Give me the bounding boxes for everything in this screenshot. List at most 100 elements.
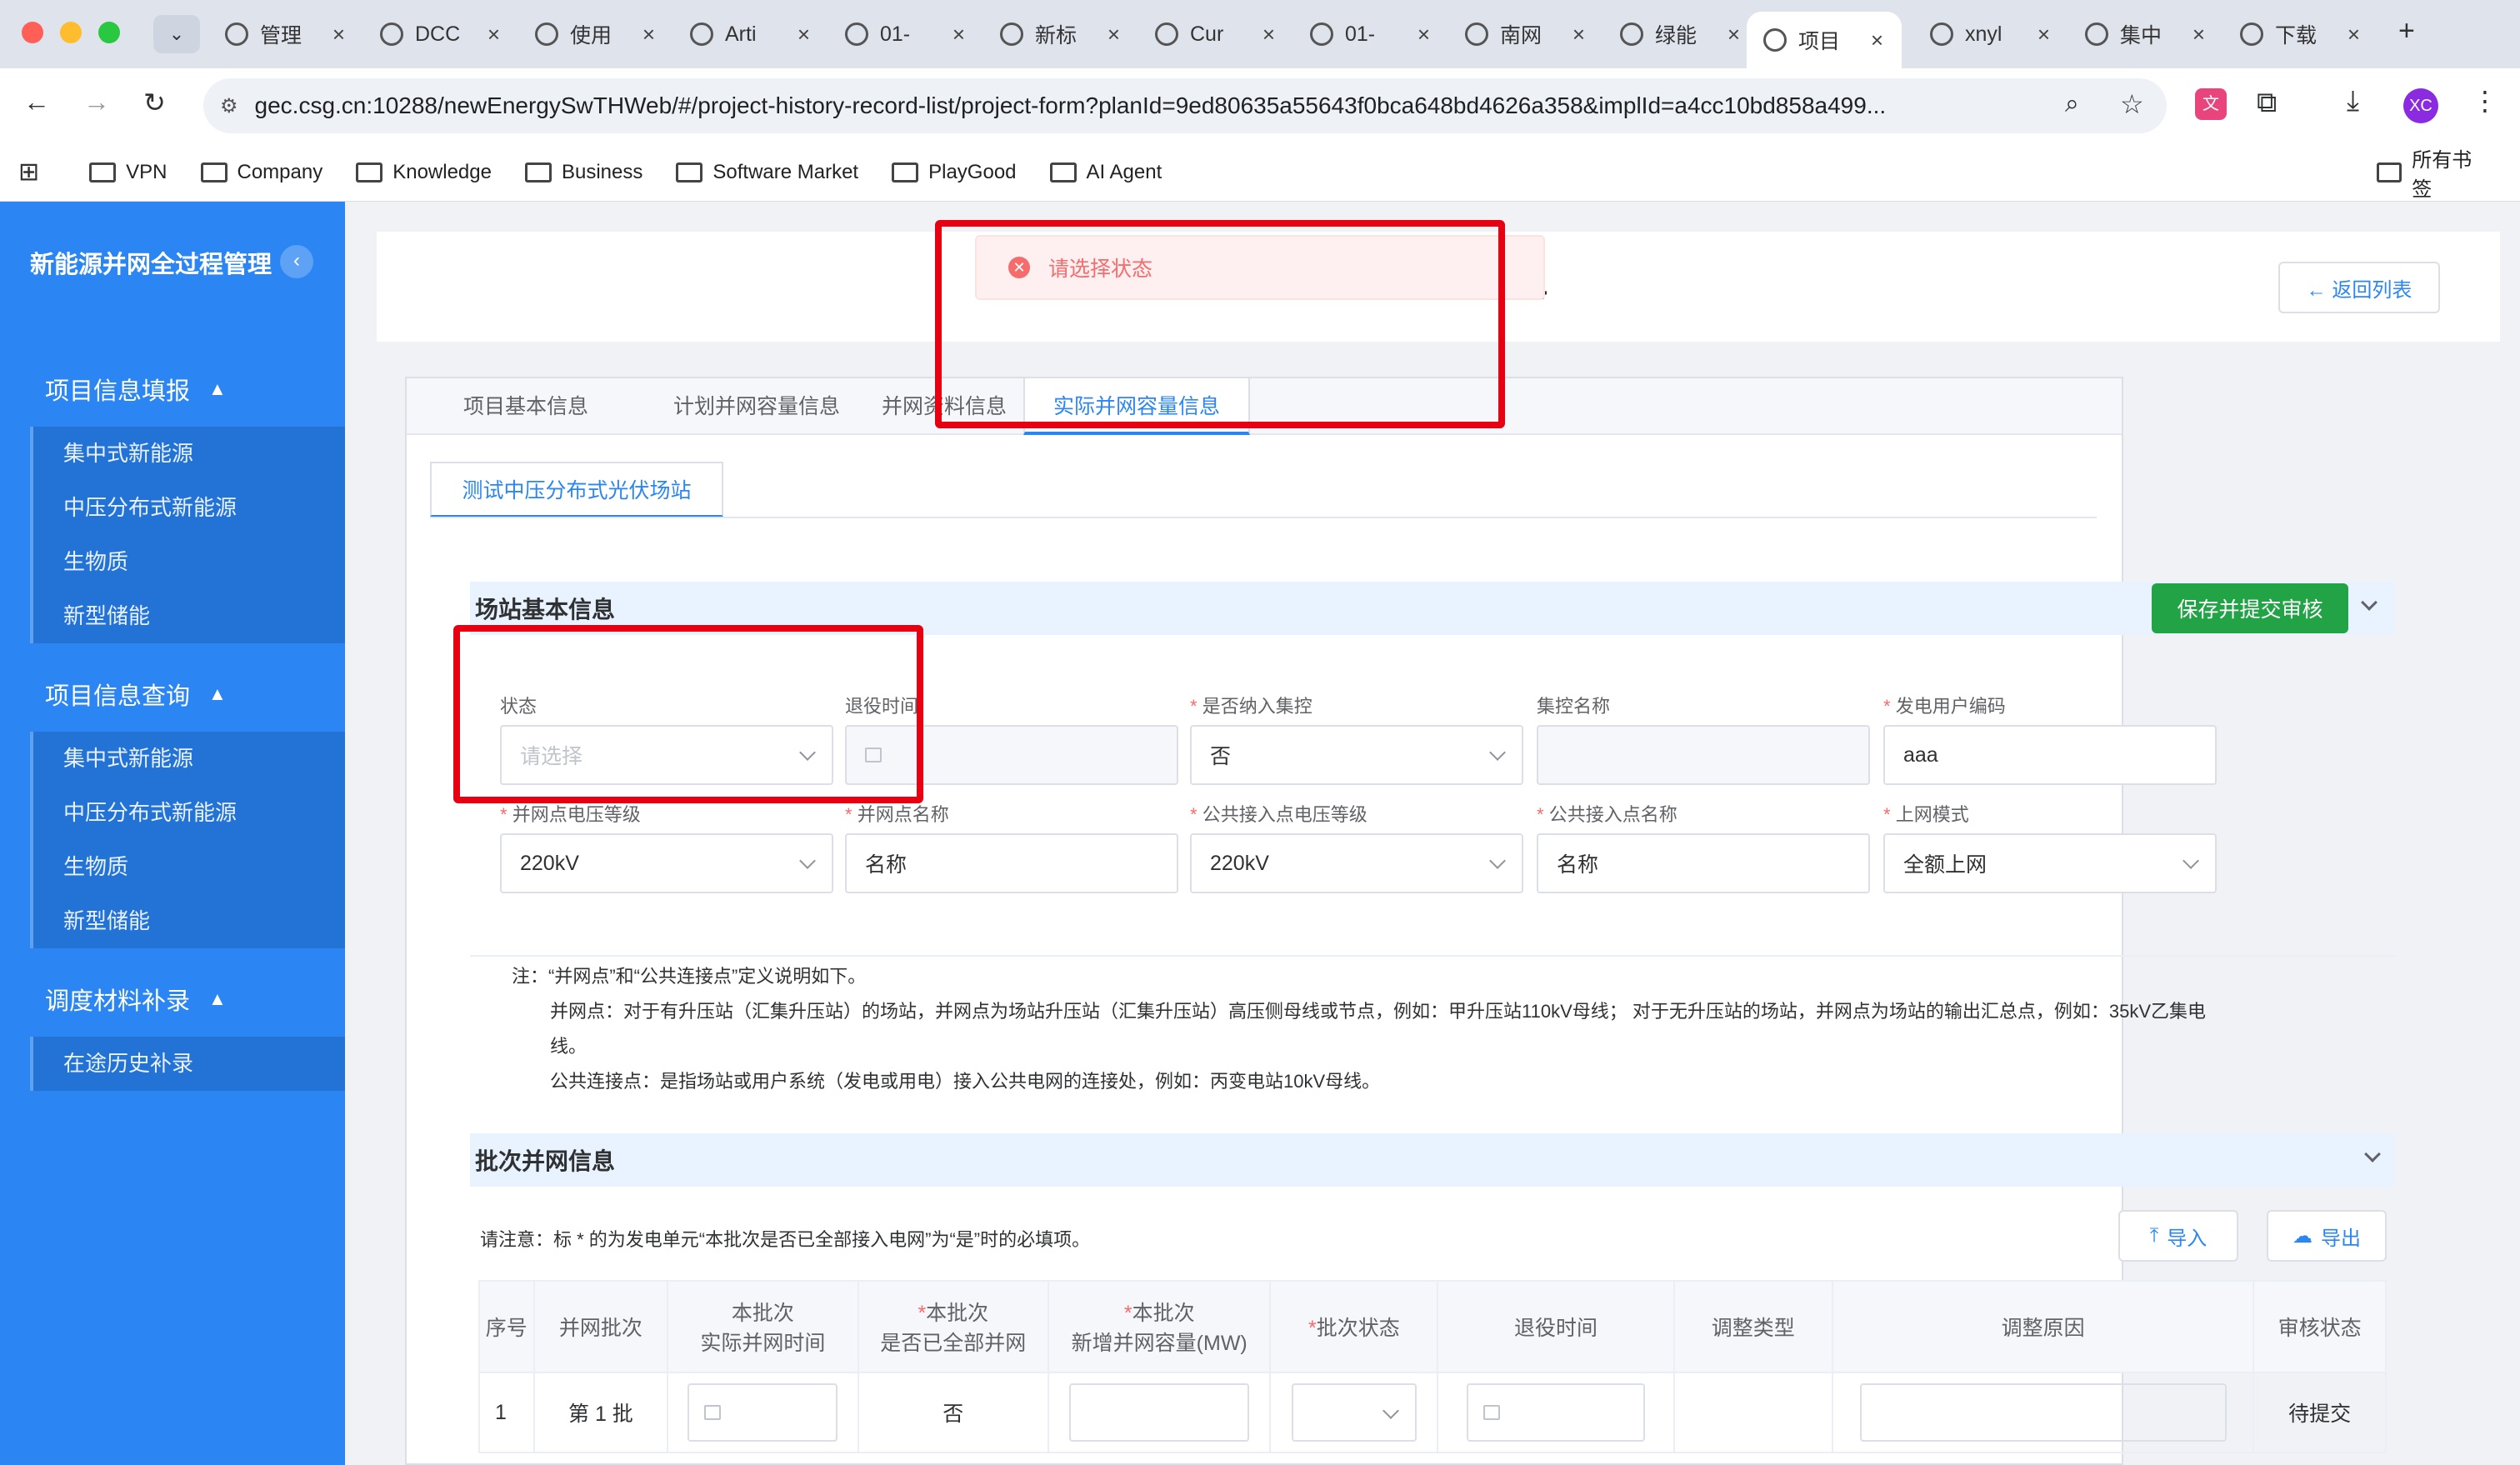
browser-tab[interactable]: 项目 × [1747,12,1902,68]
translate-extension-icon[interactable]: 文 [2195,88,2227,120]
divider [470,955,2395,957]
close-tab-icon[interactable]: × [1108,22,1120,48]
save-submit-button[interactable]: 保存并提交审核 [2152,583,2348,633]
form-field[interactable]: 220kV [500,833,833,893]
sidebar-item[interactable]: 集中式新能源 [33,732,345,786]
close-tab-icon[interactable]: × [2038,22,2050,48]
chevron-down-icon [1489,852,1506,869]
sidebar-item[interactable]: 生物质 [33,535,345,589]
folder-icon [524,162,552,182]
table-input[interactable] [1069,1383,1250,1442]
site-info-icon[interactable]: ⚙ [220,94,238,118]
field-label: * 公共接入点名称 [1537,804,1678,825]
close-tab-icon[interactable]: × [1572,22,1585,48]
sidebar-group[interactable]: 项目信息填报 ▲ [45,372,227,407]
browser-tab[interactable]: 01- × [828,12,983,57]
favicon-icon [1620,22,1643,46]
browser-tab[interactable]: DCC × [363,12,518,57]
bookmark-folder[interactable]: PlayGood [892,161,1017,184]
browser-tab[interactable]: 下载 × [2223,12,2378,57]
url-text[interactable]: gec.csg.cn:10288/newEnergySwTHWeb/#/proj… [255,92,2080,119]
sidebar-item[interactable]: 新型储能 [33,589,345,643]
bookmark-folder[interactable]: Software Market [676,161,858,184]
sidebar-item[interactable]: 新型储能 [33,894,345,948]
sidebar-item[interactable]: 集中式新能源 [33,427,345,481]
browser-tab[interactable]: Arti × [673,12,828,57]
caret-up-icon: ▲ [208,683,227,704]
bookmark-star-icon[interactable]: ☆ [2120,88,2144,120]
form-field[interactable]: 否 [1190,725,1523,785]
form-field[interactable]: 全额上网 [1883,833,2217,893]
folder-icon [2377,162,2402,182]
required-marker: * [500,804,512,825]
browser-tab[interactable]: 南网 × [1448,12,1603,57]
bookmark-folder[interactable]: AI Agent [1049,161,1162,184]
import-button[interactable]: ⤒ 导入 [2118,1210,2238,1262]
bookmark-folder[interactable]: Knowledge [356,161,492,184]
subtab-station[interactable]: 测试中压分布式光伏场站 [430,462,723,517]
table-input[interactable] [1859,1383,2227,1442]
browser-tab[interactable]: Cur × [1138,12,1293,57]
browser-tab[interactable]: 绿能 × [1603,12,1758,57]
all-bookmarks[interactable]: 所有书签 [2377,143,2487,202]
browser-tab[interactable]: xnyl × [1913,12,2068,57]
browser-tab[interactable]: 01- × [1293,12,1448,57]
close-tab-icon[interactable]: × [2348,22,2360,48]
form-field[interactable]: 220kV [1190,833,1523,893]
close-window-button[interactable] [22,22,43,43]
extensions-icon[interactable]: ⧉ [2257,87,2277,119]
close-tab-icon[interactable]: × [1871,28,1883,53]
tab-1[interactable]: 计划并网容量信息 [645,378,868,435]
table-input[interactable] [1466,1383,1645,1442]
browser-tab[interactable]: 使用 × [518,12,673,57]
export-button[interactable]: ☁ 导出 [2267,1210,2387,1262]
sidebar-item[interactable]: 在途历史补录 [33,1037,345,1091]
forward-icon[interactable]: → [83,87,110,118]
sidebar-item[interactable]: 中压分布式新能源 [33,481,345,535]
form-field[interactable] [1537,725,1870,785]
zoom-icon[interactable]: ⌕ [2065,90,2079,118]
browser-tab[interactable]: 集中 × [2068,12,2223,57]
table-input[interactable] [688,1383,838,1442]
sidebar-item[interactable]: 生物质 [33,840,345,894]
new-tab-button[interactable]: + [2398,15,2415,48]
close-tab-icon[interactable]: × [1418,22,1430,48]
address-bar[interactable]: ⚙ gec.csg.cn:10288/newEnergySwTHWeb/#/pr… [203,78,2167,133]
downloads-icon[interactable]: ⤓ [2347,85,2359,118]
minimize-window-button[interactable] [60,22,82,43]
tab-search-icon[interactable]: ⌄ [153,15,200,53]
bookmark-folder[interactable]: Company [200,161,322,184]
browser-tab[interactable]: 管理 × [208,12,363,57]
batch-section-title: 批次并网信息 [475,1148,616,1174]
menu-icon[interactable]: ⋮ [2472,85,2498,117]
zoom-window-button[interactable] [98,22,120,43]
favicon-icon [690,22,713,46]
reload-icon[interactable]: ↻ [143,87,166,118]
close-tab-icon[interactable]: × [488,22,500,48]
apps-grid-icon[interactable]: ⊞ [18,158,39,187]
table-input[interactable] [1291,1383,1417,1442]
sidebar-group[interactable]: 调度材料补录 ▲ [45,982,227,1017]
sidebar-submenu: 集中式新能源 中压分布式新能源 生物质 新型储能 [30,732,345,948]
close-tab-icon[interactable]: × [332,22,345,48]
sidebar-group[interactable]: 项目信息查询 ▲ [45,677,227,712]
bookmark-folder[interactable]: VPN [89,161,168,184]
close-tab-icon[interactable]: × [642,22,655,48]
back-to-list-button[interactable]: ← 返回列表 [2278,262,2440,313]
close-tab-icon[interactable]: × [952,22,965,48]
collapse-sidebar-button[interactable]: ‹ [280,245,313,278]
subtab-divider [430,517,2097,518]
browser-tab[interactable]: 新标 × [983,12,1138,57]
close-tab-icon[interactable]: × [1262,22,1275,48]
close-tab-icon[interactable]: × [798,22,810,48]
profile-avatar[interactable]: XC [2403,88,2438,123]
close-tab-icon[interactable]: × [1728,22,1740,48]
tab-0[interactable]: 项目基本信息 [435,378,617,435]
form-field[interactable]: 名称 [845,833,1178,893]
form-field[interactable]: aaa [1883,725,2217,785]
form-field[interactable]: 名称 [1537,833,1870,893]
bookmark-folder[interactable]: Business [524,161,642,184]
close-tab-icon[interactable]: × [2192,22,2205,48]
back-icon[interactable]: ← [23,87,50,118]
sidebar-item[interactable]: 中压分布式新能源 [33,786,345,840]
